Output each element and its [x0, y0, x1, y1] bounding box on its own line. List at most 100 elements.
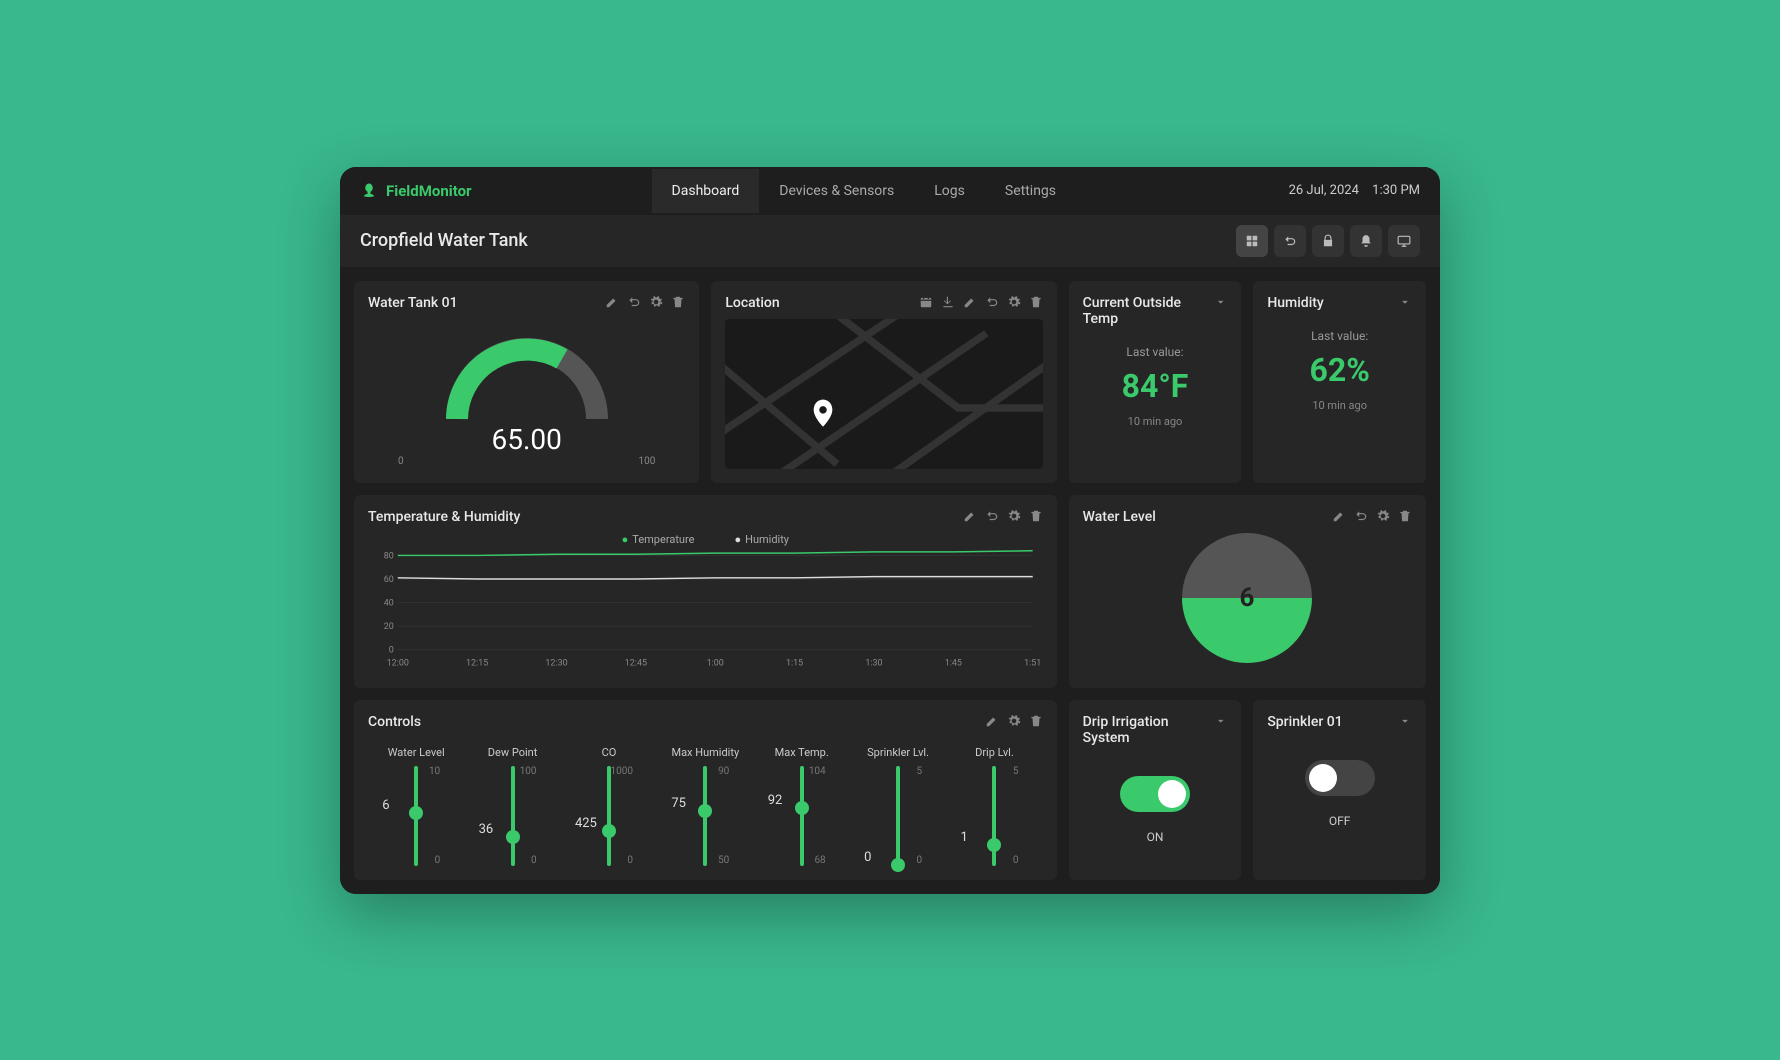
dashboard-grid: Water Tank 01 65.00 0 100 [340, 267, 1440, 894]
slider-min: 50 [718, 855, 729, 866]
slider-max: 1000 [610, 766, 632, 777]
slider-thumb[interactable] [602, 824, 616, 838]
svg-text:12:30: 12:30 [545, 658, 567, 668]
line-chart: 02040608012:0012:1512:3012:451:001:151:3… [368, 550, 1043, 670]
control-slider: Drip Lvl. 5 1 0 [958, 746, 1030, 866]
nav-settings[interactable]: Settings [985, 169, 1076, 213]
legend-humidity: Humidity [734, 533, 789, 546]
trash-icon[interactable] [1398, 509, 1412, 523]
slider[interactable]: 104 92 68 [766, 766, 838, 866]
gear-icon[interactable] [1376, 509, 1390, 523]
grid-view-button[interactable] [1236, 225, 1268, 257]
slider-value: 92 [768, 793, 783, 808]
nav-logs[interactable]: Logs [914, 169, 985, 213]
edit-icon[interactable] [985, 714, 999, 728]
svg-text:0: 0 [389, 645, 394, 655]
gear-icon[interactable] [1007, 714, 1021, 728]
sprinkler-toggle[interactable] [1305, 760, 1375, 796]
topbar: FieldMonitor Dashboard Devices & Sensors… [340, 167, 1440, 215]
water-level-circle: 6 [1083, 533, 1412, 663]
slider-min: 0 [435, 855, 441, 866]
map[interactable] [725, 319, 1042, 469]
download-icon[interactable] [941, 295, 955, 309]
kpi-time: 10 min ago [1267, 399, 1412, 412]
gauge-value: 65.00 [368, 423, 685, 456]
tulip-icon [360, 182, 378, 200]
edit-icon[interactable] [963, 295, 977, 309]
control-slider: Max Temp. 104 92 68 [766, 746, 838, 866]
undo-icon[interactable] [1354, 509, 1368, 523]
slider[interactable]: 10 6 0 [380, 766, 452, 866]
trash-icon[interactable] [1029, 714, 1043, 728]
card-title: Water Level [1083, 509, 1156, 525]
slider[interactable]: 5 1 0 [958, 766, 1030, 866]
gauge-min: 0 [398, 456, 404, 467]
grid-icon [1245, 234, 1259, 248]
slider-thumb[interactable] [506, 830, 520, 844]
gear-icon[interactable] [1007, 509, 1021, 523]
kpi-time: 10 min ago [1083, 415, 1228, 428]
card-humidity: Humidity Last value: 62% 10 min ago [1253, 281, 1426, 483]
slider-value: 425 [575, 816, 597, 831]
slider[interactable]: 5 0 0 [862, 766, 934, 866]
drip-toggle[interactable] [1120, 776, 1190, 812]
undo-icon[interactable] [985, 295, 999, 309]
gear-icon[interactable] [1007, 295, 1021, 309]
slider[interactable]: 1000 425 0 [573, 766, 645, 866]
water-level-value: 6 [1240, 583, 1255, 613]
nav-dashboard[interactable]: Dashboard [652, 169, 760, 213]
slider-max: 104 [809, 766, 826, 777]
bell-icon [1359, 234, 1373, 248]
slider-thumb[interactable] [891, 858, 905, 872]
chevron-down-icon[interactable] [1214, 295, 1227, 309]
edit-icon[interactable] [605, 295, 619, 309]
trash-icon[interactable] [671, 295, 685, 309]
undo-icon[interactable] [985, 509, 999, 523]
slider-max: 90 [718, 766, 729, 777]
undo-button[interactable] [1274, 225, 1306, 257]
slider-value: 0 [864, 850, 871, 865]
date-label: 26 Jul, 2024 [1289, 183, 1359, 198]
drip-state: ON [1147, 830, 1164, 844]
trash-icon[interactable] [1029, 509, 1043, 523]
control-slider: CO 1000 425 0 [573, 746, 645, 866]
notifications-button[interactable] [1350, 225, 1382, 257]
svg-text:12:45: 12:45 [625, 658, 647, 668]
trash-icon[interactable] [1029, 295, 1043, 309]
slider-thumb[interactable] [987, 838, 1001, 852]
nav-devices[interactable]: Devices & Sensors [759, 169, 914, 213]
undo-icon [1283, 234, 1297, 248]
slider[interactable]: 90 75 50 [669, 766, 741, 866]
controls-row: Water Level 10 6 0 Dew Point 100 36 0 CO… [368, 738, 1043, 866]
undo-icon[interactable] [627, 295, 641, 309]
calendar-icon[interactable] [919, 295, 933, 309]
gear-icon[interactable] [649, 295, 663, 309]
slider-thumb[interactable] [698, 804, 712, 818]
slider-label: Water Level [380, 746, 452, 760]
app-window: FieldMonitor Dashboard Devices & Sensors… [340, 167, 1440, 894]
svg-text:80: 80 [384, 551, 394, 561]
slider[interactable]: 100 36 0 [477, 766, 549, 866]
fullscreen-button[interactable] [1388, 225, 1420, 257]
slider-value: 36 [479, 822, 494, 837]
slider-label: Max Humidity [669, 746, 741, 760]
svg-text:1:30: 1:30 [865, 658, 882, 668]
control-slider: Max Humidity 90 75 50 [669, 746, 741, 866]
card-sprinkler: Sprinkler 01 OFF [1253, 700, 1426, 880]
edit-icon[interactable] [963, 509, 977, 523]
slider-thumb[interactable] [409, 806, 423, 820]
slider-thumb[interactable] [795, 801, 809, 815]
svg-text:1:45: 1:45 [945, 658, 962, 668]
svg-text:12:00: 12:00 [387, 658, 409, 668]
slider-value: 75 [671, 796, 686, 811]
slider-label: Dew Point [477, 746, 549, 760]
chevron-down-icon[interactable] [1398, 295, 1412, 309]
slider-label: Max Temp. [766, 746, 838, 760]
app-logo[interactable]: FieldMonitor [360, 182, 472, 200]
edit-icon[interactable] [1332, 509, 1346, 523]
legend-temperature: Temperature [622, 533, 695, 546]
chevron-down-icon[interactable] [1214, 714, 1227, 728]
lock-button[interactable] [1312, 225, 1344, 257]
slider-value: 6 [382, 798, 389, 813]
chevron-down-icon[interactable] [1398, 714, 1412, 728]
